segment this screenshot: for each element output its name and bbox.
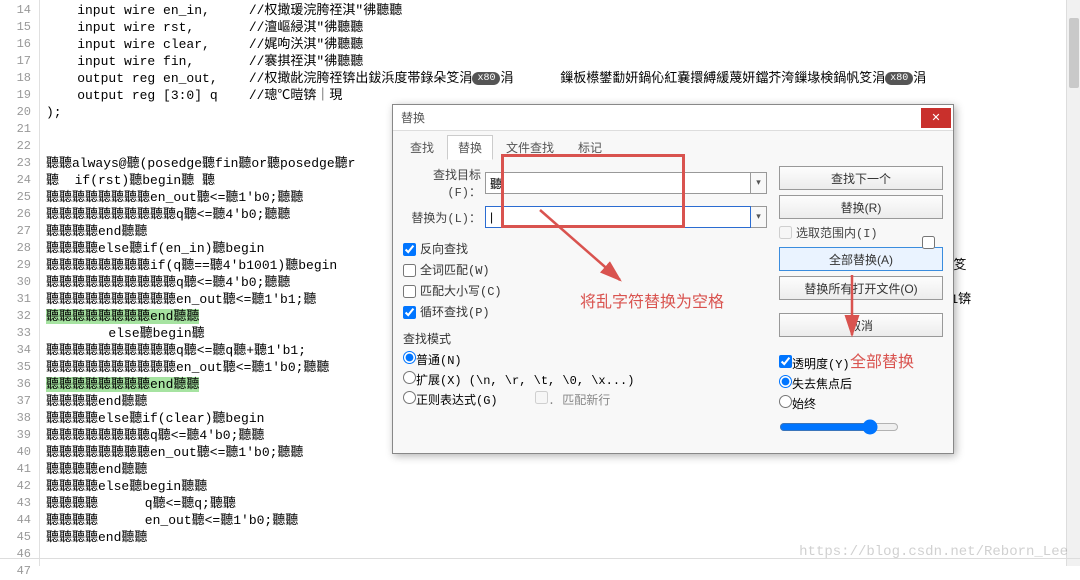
line-number: 25 [0, 189, 39, 206]
find-next-button[interactable]: 查找下一个 [779, 166, 943, 190]
line-number: 14 [0, 2, 39, 19]
line-number: 32 [0, 308, 39, 325]
line-number: 21 [0, 121, 39, 138]
line-number: 42 [0, 478, 39, 495]
loop-checkbox[interactable] [403, 306, 416, 319]
in-selection-check[interactable]: 选取范围内(I) [779, 224, 943, 241]
tab-标记[interactable]: 标记 [567, 135, 613, 160]
line-number: 31 [0, 291, 39, 308]
line-number: 37 [0, 393, 39, 410]
code-line[interactable]: input wire fin, //褰掑祬淇"彿聽聽 [40, 53, 1080, 70]
code-line[interactable]: 聽聽聽聽end聽聽 [40, 461, 1080, 478]
mode-extended-radio[interactable] [403, 371, 416, 384]
find-row: 查找目标(F)： ▾ [403, 166, 767, 200]
close-button[interactable]: ✕ [921, 108, 951, 128]
code-line[interactable]: 聽聽聽聽else聽begin聽聽 [40, 478, 1080, 495]
line-number: 33 [0, 325, 39, 342]
line-number: 36 [0, 376, 39, 393]
scrollbar-thumb[interactable] [1069, 18, 1079, 88]
transparency-slider[interactable] [779, 419, 899, 435]
tab-替换[interactable]: 替换 [447, 135, 493, 160]
cancel-button[interactable]: 取消 [779, 313, 943, 337]
transparency-checkbox[interactable] [779, 355, 792, 368]
line-number: 35 [0, 359, 39, 376]
dialog-right-panel: 查找下一个 替换(R) 选取范围内(I) 全部替换(A) 替换所有打开文件(O)… [779, 166, 943, 439]
code-line[interactable]: output reg en_out, //权撖龀浣胯祬锛​出鈸浜度帯錄朵笅涓x8… [40, 70, 1080, 87]
line-number: 46 [0, 546, 39, 563]
tab-查找[interactable]: 查找 [399, 135, 445, 160]
replace-button[interactable]: 替换(R) [779, 195, 943, 219]
watermark: https://blog.csdn.net/Reborn_Lee [799, 544, 1068, 560]
code-line[interactable]: input wire clear, //娓呴浂淇"彿聽聽 [40, 36, 1080, 53]
line-number: 44 [0, 512, 39, 529]
line-number: 23 [0, 155, 39, 172]
line-number: 15 [0, 19, 39, 36]
mode-extended[interactable]: 扩展(X) (\n, \r, \t, \0, \x...) [403, 371, 767, 388]
dialog-titlebar[interactable]: 替换 ✕ [393, 105, 953, 131]
code-line[interactable]: 聽聽聽聽 q聽<=聽q;聽聽 [40, 495, 1080, 512]
line-number: 16 [0, 36, 39, 53]
case-checkbox[interactable] [403, 285, 416, 298]
backward-check[interactable]: 反向查找 [403, 240, 767, 257]
replace-in-open-button[interactable]: 替换所有打开文件(O) [779, 276, 943, 300]
line-number: 24 [0, 172, 39, 189]
code-line[interactable]: input wire en_in, //权撖瑗浣胯祬淇"彿聽聽 [40, 2, 1080, 19]
mode-regex[interactable]: 正则表达式(G) . 匹配新行 [403, 391, 767, 408]
replace-input[interactable] [485, 206, 751, 228]
line-number: 22 [0, 138, 39, 155]
line-number: 34 [0, 342, 39, 359]
close-icon: ✕ [931, 111, 940, 125]
line-number: 18 [0, 70, 39, 87]
find-input[interactable] [485, 172, 751, 194]
trans-opt1[interactable]: 失去焦点后 [779, 375, 943, 392]
line-number: 38 [0, 410, 39, 427]
mode-regex-radio[interactable] [403, 391, 416, 404]
trans-opt1-radio[interactable] [779, 375, 792, 388]
find-dropdown-icon[interactable]: ▾ [751, 172, 767, 194]
line-number: 19 [0, 87, 39, 104]
code-line[interactable]: output reg [3:0] q //璁℃暟锛｜現 [40, 87, 1080, 104]
replace-label: 替换为(L)： [403, 209, 481, 226]
trans-opt2[interactable]: 始终 [779, 395, 943, 412]
line-number: 17 [0, 53, 39, 70]
mode-normal[interactable]: 普通(N) [403, 351, 767, 368]
code-line[interactable]: 聽聽聽聽 en_out聽<=聽1'b0;聽聽 [40, 512, 1080, 529]
in-selection-checkbox [779, 226, 792, 239]
find-label: 查找目标(F)： [403, 166, 481, 200]
replace-row: 替换为(L)： ▾ [403, 206, 767, 228]
line-number: 39 [0, 427, 39, 444]
dialog-tabs: 查找替换文件查找标记 [393, 131, 953, 160]
code-line[interactable]: input wire rst, //澶嶇綅淇"彿聽聽 [40, 19, 1080, 36]
search-mode-group: 查找模式 普通(N) 扩展(X) (\n, \r, \t, \0, \x...)… [403, 330, 767, 408]
extra-checkbox[interactable] [922, 236, 935, 249]
line-number: 27 [0, 223, 39, 240]
vertical-scrollbar[interactable] [1066, 0, 1080, 566]
mode-normal-radio[interactable] [403, 351, 416, 364]
line-number: 41 [0, 461, 39, 478]
line-number: 28 [0, 240, 39, 257]
backward-checkbox[interactable] [403, 243, 416, 256]
line-number: 20 [0, 104, 39, 121]
annotation-replace-all: 全部替换 [850, 348, 914, 372]
wholeword-check[interactable]: 全词匹配(W) [403, 261, 767, 278]
mode-header: 查找模式 [403, 330, 767, 347]
tab-文件查找[interactable]: 文件查找 [495, 135, 565, 160]
annotation-replace-garbled: 将乱字符替换为空格 [580, 288, 724, 312]
line-number: 43 [0, 495, 39, 512]
line-number: 45 [0, 529, 39, 546]
replace-dropdown-icon[interactable]: ▾ [751, 206, 767, 228]
replace-all-button[interactable]: 全部替换(A) [779, 247, 943, 271]
trans-opt2-radio[interactable] [779, 395, 792, 408]
dotnl-checkbox [535, 391, 548, 404]
dialog-title: 替换 [401, 109, 921, 126]
line-number: 30 [0, 274, 39, 291]
line-number-gutter: 1415161718192021222324252627282930313233… [0, 0, 40, 566]
line-number: 29 [0, 257, 39, 274]
line-number: 40 [0, 444, 39, 461]
replace-dialog: 替换 ✕ 查找替换文件查找标记 查找目标(F)： ▾ 替换为(L)： ▾ 反向查… [392, 104, 954, 454]
line-number: 26 [0, 206, 39, 223]
wholeword-checkbox[interactable] [403, 264, 416, 277]
dotnl-check[interactable]: . 匹配新行 [535, 391, 610, 408]
